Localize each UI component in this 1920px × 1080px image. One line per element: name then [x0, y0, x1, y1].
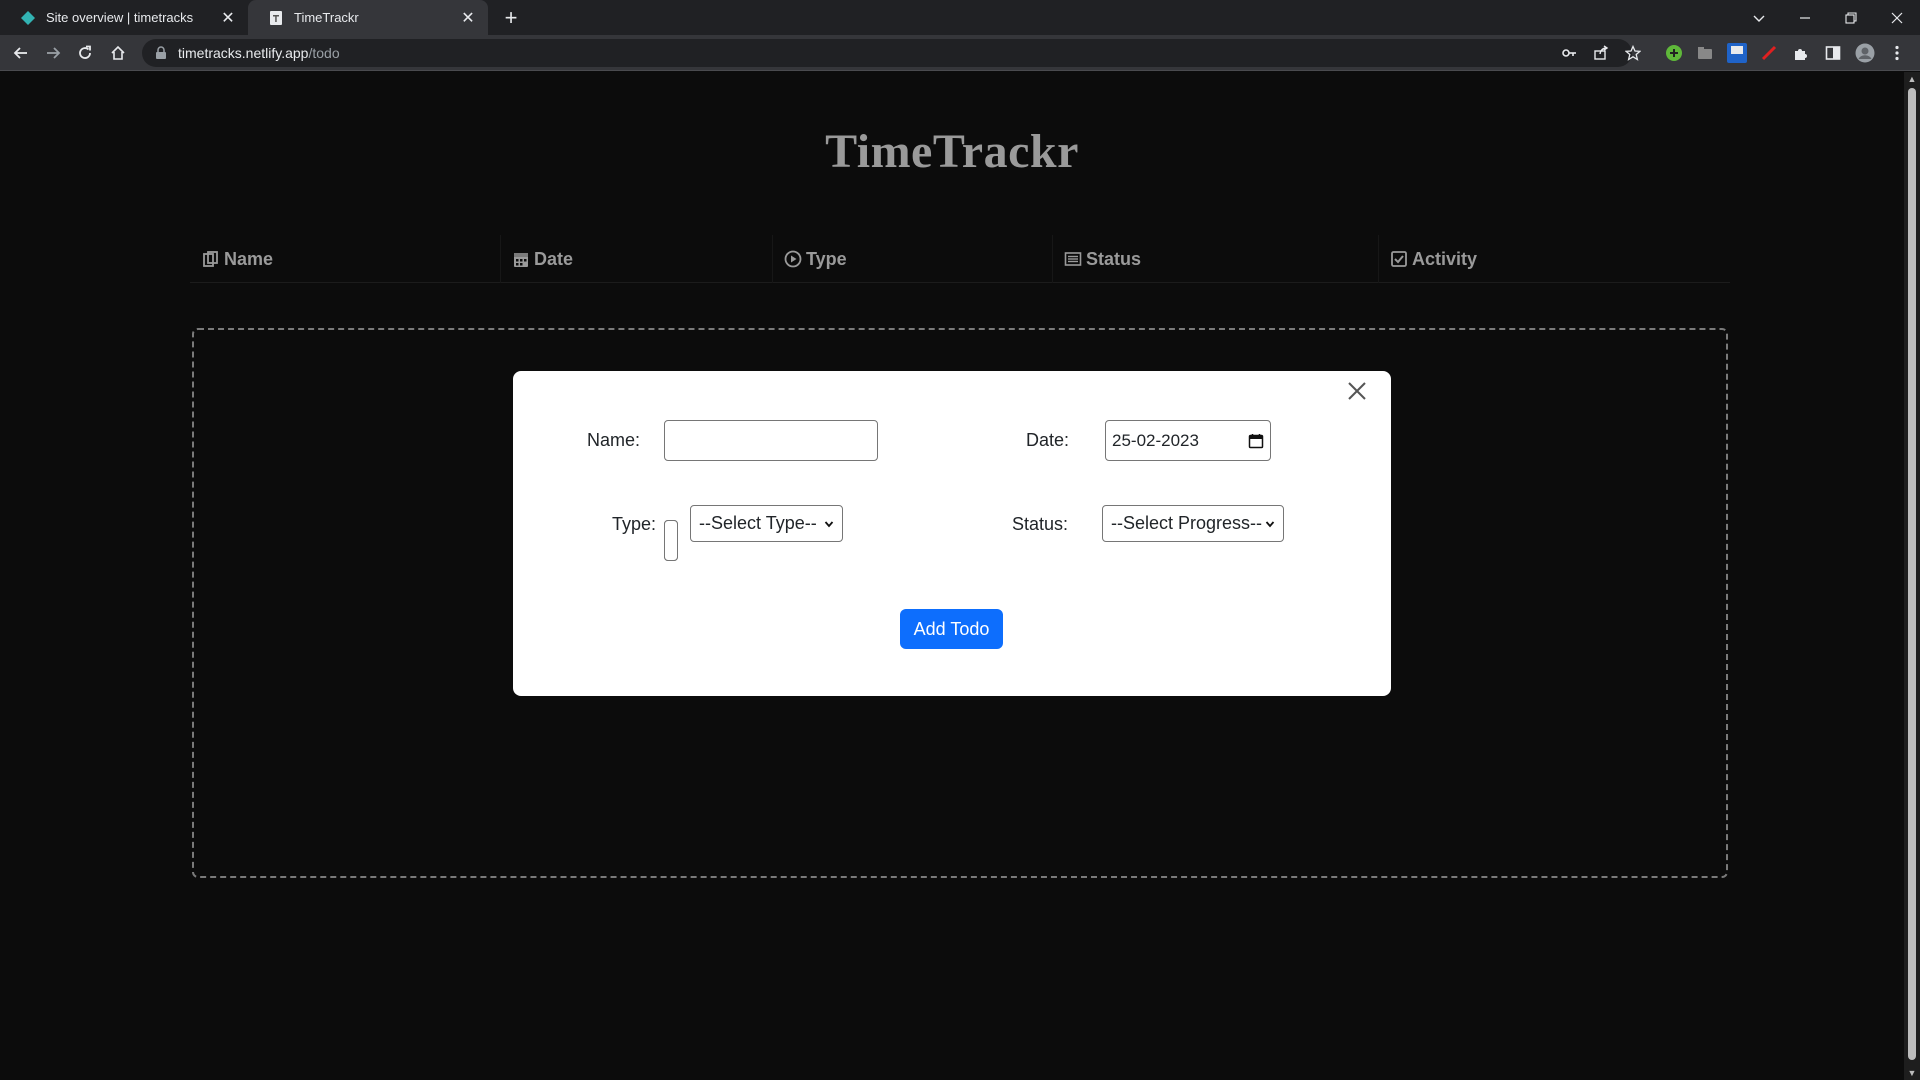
date-value: 25-02-2023: [1112, 430, 1199, 450]
type-select[interactable]: --Select Type--: [690, 505, 843, 542]
new-tab-button[interactable]: +: [498, 5, 524, 31]
date-label: Date:: [1026, 430, 1070, 450]
app-title: TimeTrackr: [825, 125, 1079, 178]
check-square-icon: [1391, 251, 1407, 267]
netlify-diamond-icon: [21, 10, 35, 25]
chevron-down-icon: [1265, 520, 1275, 527]
generic-page-icon: [270, 10, 282, 25]
column-divider: [772, 235, 773, 283]
minimize-button[interactable]: [1782, 0, 1828, 35]
arrow-right-icon: [47, 47, 61, 59]
extensions-puzzle-icon[interactable]: [1790, 42, 1812, 64]
column-divider: [500, 235, 501, 283]
close-icon[interactable]: [1343, 377, 1371, 405]
profile-avatar-icon[interactable]: [1854, 42, 1876, 64]
lock-icon: [156, 46, 166, 59]
column-header-status: Status: [1064, 235, 1141, 283]
tab-timetrackr[interactable]: TimeTrackr ✕: [248, 0, 488, 35]
restore-button[interactable]: [1828, 0, 1874, 35]
browser-toolbar: timetracks.netlify.app/todo: [0, 35, 1920, 71]
forward-button[interactable]: [39, 39, 67, 67]
status-select[interactable]: --Select Progress--: [1102, 505, 1284, 542]
column-header-activity: Activity: [1390, 235, 1477, 283]
extension-plus-icon[interactable]: [1663, 42, 1685, 64]
column-label: Name: [224, 248, 274, 269]
extension-pen-icon[interactable]: [1758, 42, 1780, 64]
column-header-name: Name: [202, 235, 273, 283]
column-divider: [1378, 235, 1379, 283]
scroll-down-arrow-icon[interactable]: ▼: [1904, 1066, 1920, 1080]
status-label: Status:: [1012, 514, 1069, 534]
name-input[interactable]: [664, 420, 878, 461]
home-icon: [111, 45, 125, 60]
status-select-value: --Select Progress--: [1111, 513, 1263, 533]
column-label: Type: [806, 248, 847, 269]
tab-title: Site overview | timetracks: [46, 10, 194, 25]
reload-icon: [79, 45, 91, 59]
type-label: Type:: [612, 514, 657, 534]
clipboard-icon: [203, 251, 218, 267]
column-header-type: Type: [784, 235, 847, 283]
tab-close-icon[interactable]: ✕: [220, 10, 236, 27]
scrollbar-thumb[interactable]: [1908, 88, 1916, 1060]
date-input[interactable]: 25-02-2023: [1105, 420, 1271, 461]
calendar-icon: [514, 253, 528, 267]
extension-copy-icon[interactable]: [1726, 42, 1748, 64]
add-todo-modal: Name: Date: 25-02-2023 Type: --Select Ty…: [513, 371, 1391, 696]
share-icon[interactable]: [1589, 41, 1613, 65]
tab-title: TimeTrackr: [294, 10, 359, 25]
add-todo-button[interactable]: Add Todo: [900, 609, 1003, 649]
column-label: Activity: [1412, 248, 1478, 269]
key-icon[interactable]: [1557, 41, 1581, 65]
column-divider: [1052, 235, 1053, 283]
reload-button[interactable]: [71, 39, 99, 67]
url-path: /todo: [308, 45, 340, 61]
todo-table-header: Name Date Type Status Activity: [190, 235, 1730, 283]
bookmark-star-icon[interactable]: [1621, 41, 1645, 65]
home-button[interactable]: [104, 39, 132, 67]
address-bar[interactable]: timetracks.netlify.app/todo: [142, 39, 1632, 67]
browser-tabstrip: Site overview | timetracks ✕ TimeTrackr …: [0, 0, 1920, 35]
url-host: timetracks.netlify.app: [178, 45, 309, 61]
play-circle-icon: [784, 250, 802, 268]
tab-search-chevron-icon[interactable]: [1736, 0, 1782, 35]
arrow-left-icon: [13, 47, 27, 59]
chevron-down-icon: [824, 520, 834, 527]
page-scrollbar[interactable]: ▲ ▼: [1904, 72, 1920, 1080]
back-button[interactable]: [7, 39, 35, 67]
type-select-value: --Select Type--: [699, 513, 817, 533]
column-header-date: Date: [512, 235, 573, 283]
column-label: Status: [1086, 248, 1142, 269]
scroll-up-arrow-icon[interactable]: ▲: [1904, 72, 1920, 86]
column-label: Date: [534, 248, 574, 269]
list-icon: [1064, 252, 1082, 266]
extension-folder-icon[interactable]: [1694, 42, 1716, 64]
browser-menu-icon[interactable]: [1886, 42, 1908, 64]
tab-site-overview[interactable]: Site overview | timetracks ✕: [0, 0, 248, 35]
calendar-icon[interactable]: [1248, 433, 1264, 449]
tab-close-icon[interactable]: ✕: [460, 10, 476, 27]
side-panel-icon[interactable]: [1822, 42, 1844, 64]
window-close-button[interactable]: [1874, 0, 1920, 35]
name-label: Name:: [587, 430, 641, 450]
